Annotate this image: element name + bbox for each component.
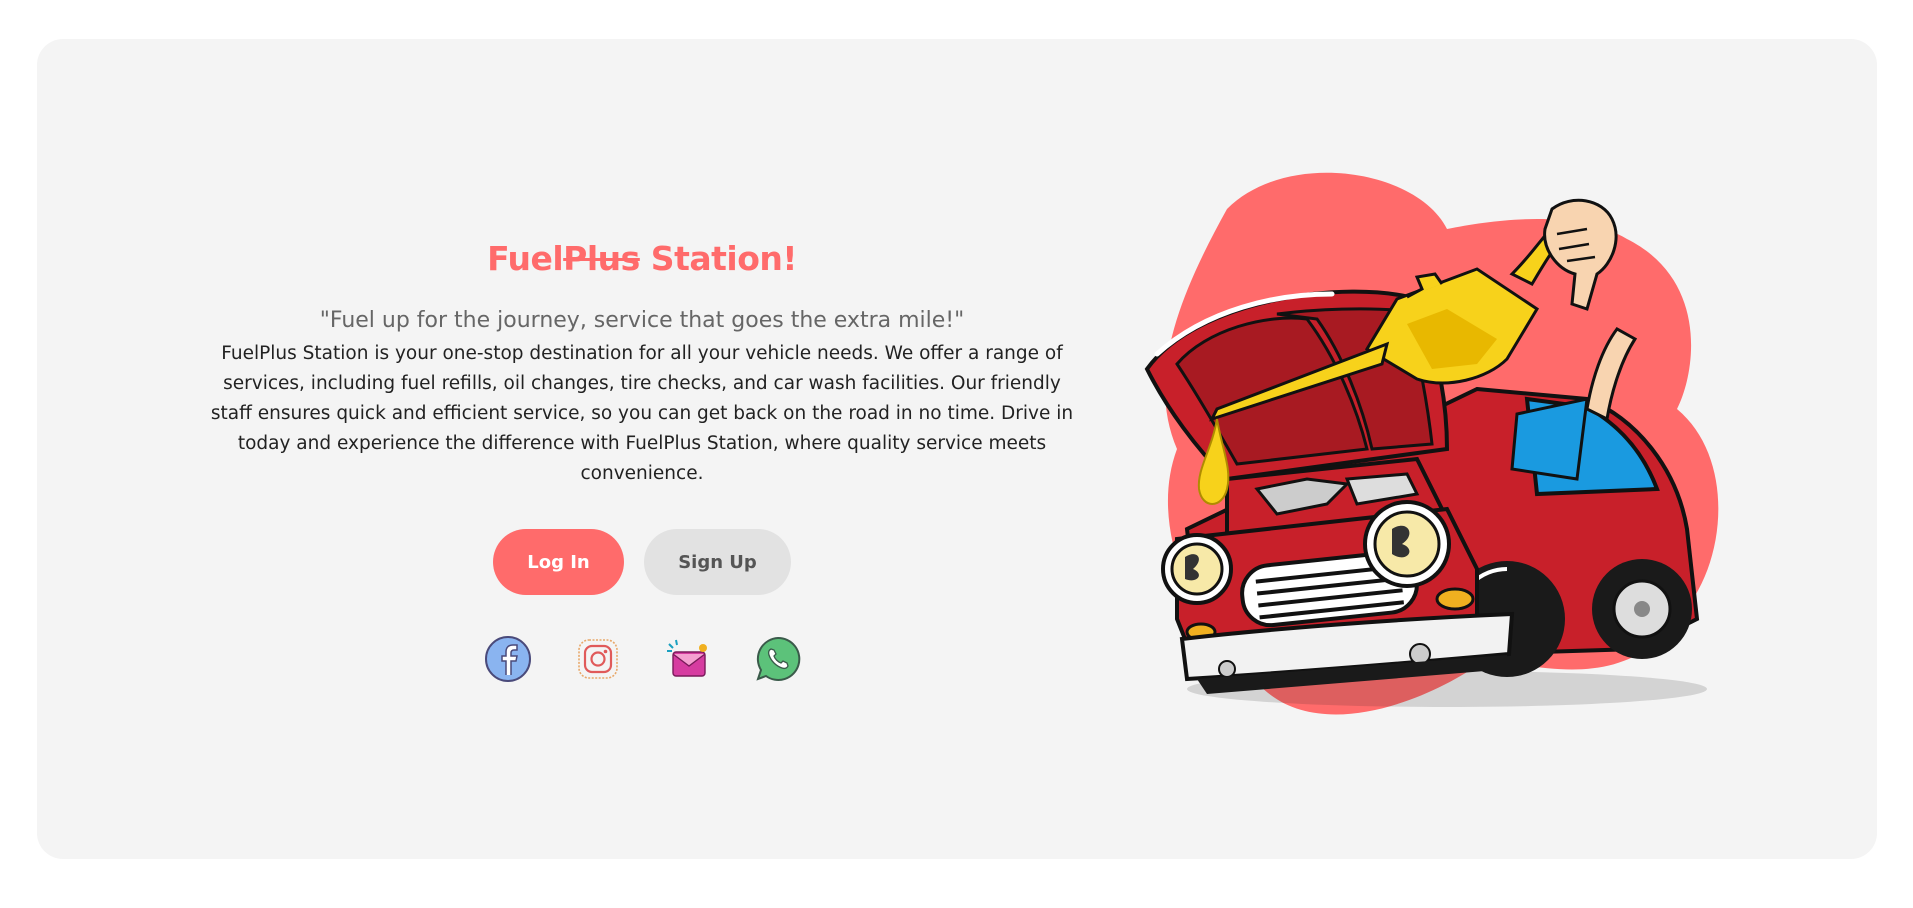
whatsapp-icon [756, 636, 801, 681]
social-links [157, 635, 1127, 683]
signup-button[interactable]: Sign Up [644, 529, 791, 595]
email-icon [667, 639, 707, 677]
title-part-plus: Plus [563, 239, 640, 278]
hero-card: FuelPlus Station! "Fuel up for the journ… [37, 39, 1877, 859]
facebook-icon [485, 636, 531, 682]
title-part-station: Station! [639, 239, 798, 278]
page-title: FuelPlus Station! [157, 239, 1127, 278]
title-part-fuel: Fuel [487, 239, 564, 278]
instagram-icon [578, 639, 618, 679]
hero-content: FuelPlus Station! "Fuel up for the journ… [157, 239, 1127, 683]
car-service-illustration [1144, 172, 1719, 715]
instagram-link[interactable] [574, 635, 622, 683]
email-link[interactable] [664, 635, 712, 683]
auth-buttons: Log In Sign Up [157, 529, 1127, 595]
description: FuelPlus Station is your one-stop destin… [210, 343, 1074, 484]
facebook-link[interactable] [484, 635, 532, 683]
tagline: "Fuel up for the journey, service that g… [319, 308, 965, 333]
whatsapp-link[interactable] [754, 635, 802, 683]
login-button[interactable]: Log In [493, 529, 624, 595]
